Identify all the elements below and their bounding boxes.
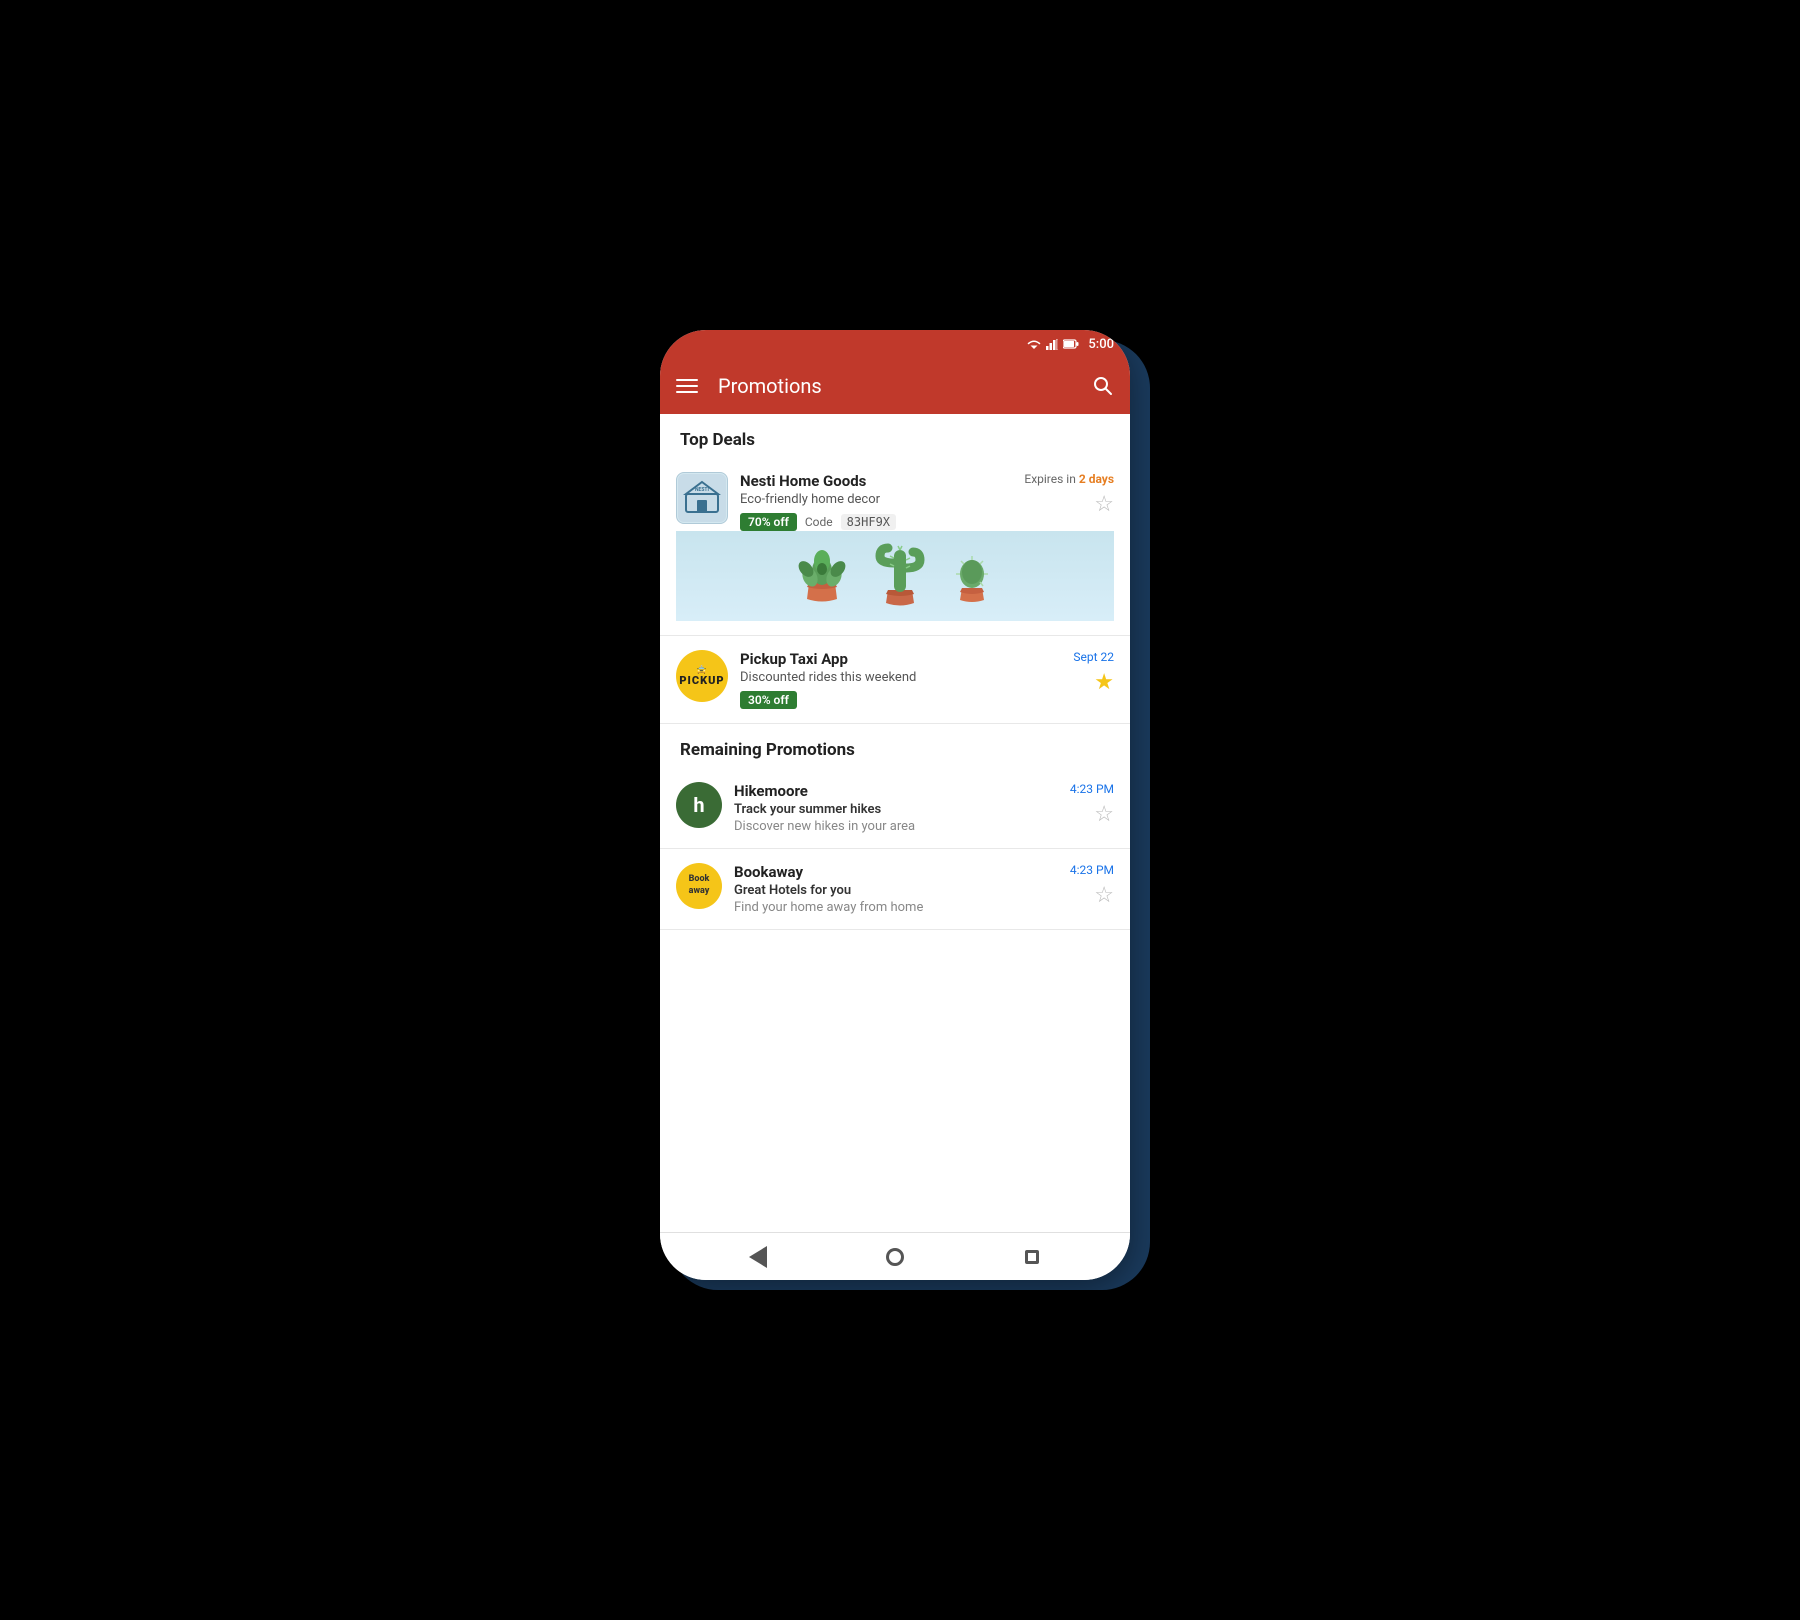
bookaway-name: Bookaway xyxy=(734,863,1058,881)
hikemoore-avatar: h xyxy=(676,782,722,828)
top-deals-header: Top Deals xyxy=(660,414,1130,458)
nav-back-icon xyxy=(749,1246,767,1268)
hikemoore-right: 4:23 PM ☆ xyxy=(1070,782,1114,827)
hikemoore-subtitle: Track your summer hikes xyxy=(734,802,1058,817)
pickup-text-top: 🚖 xyxy=(697,665,707,674)
pickup-text-main: PICKUP xyxy=(679,674,724,687)
nesti-promo-image xyxy=(676,531,1114,621)
remaining-promotions-header: Remaining Promotions xyxy=(660,724,1130,768)
nav-home-icon xyxy=(886,1248,904,1266)
bookaway-right: 4:23 PM ☆ xyxy=(1070,863,1114,908)
nesti-code-value: 83HF9X xyxy=(841,514,896,530)
nesti-discount-badge: 70% off xyxy=(740,513,797,531)
pickup-discount-badge: 30% off xyxy=(740,691,797,709)
nesti-desc: Eco-friendly home decor xyxy=(740,492,1012,507)
nav-recent-icon xyxy=(1025,1250,1039,1264)
hikemoore-name: Hikemoore xyxy=(734,782,1058,800)
nesti-logo: NESTI xyxy=(676,472,728,524)
nesti-expires: Expires in 2 days xyxy=(1024,472,1114,486)
status-bar: 5:00 xyxy=(660,330,1130,358)
succulent-pot xyxy=(795,541,850,612)
search-icon[interactable] xyxy=(1092,375,1114,397)
promo-card-nesti[interactable]: NESTI Nesti Home Goods Eco-friendly home… xyxy=(660,458,1130,636)
cactus-small-pot xyxy=(950,544,995,608)
expires-days: 2 days xyxy=(1079,472,1114,486)
hikemoore-star-icon[interactable]: ☆ xyxy=(1094,802,1114,827)
pickup-desc: Discounted rides this weekend xyxy=(740,670,1061,685)
pickup-logo: 🚖 PICKUP xyxy=(676,650,728,702)
succulent-plant xyxy=(795,541,850,610)
cactus-tall-pot xyxy=(870,538,930,614)
bookaway-star-icon[interactable]: ☆ xyxy=(1094,883,1114,908)
bookaway-subtitle: Great Hotels for you xyxy=(734,883,1058,898)
battery-icon xyxy=(1063,339,1079,349)
nesti-code-label: Code xyxy=(805,515,833,529)
svg-text:NESTI: NESTI xyxy=(695,487,710,493)
nesti-badges: 70% off Code 83HF9X xyxy=(740,513,1012,531)
hikemoore-desc: Discover new hikes in your area xyxy=(734,819,1058,834)
nesti-meta: Nesti Home Goods Eco-friendly home decor… xyxy=(740,472,1012,531)
phone-wrapper: 5:00 Promotions Top Deals xyxy=(660,330,1140,1290)
pickup-star-icon[interactable]: ★ xyxy=(1094,670,1114,695)
remaining-card-hikemoore[interactable]: h Hikemoore Track your summer hikes Disc… xyxy=(660,768,1130,849)
pickup-name: Pickup Taxi App xyxy=(740,650,1061,668)
bookaway-desc: Find your home away from home xyxy=(734,900,1058,915)
signal-icon xyxy=(1046,339,1058,350)
nav-bar xyxy=(660,1232,1130,1280)
app-bar-title: Promotions xyxy=(718,374,1092,398)
nav-back-button[interactable] xyxy=(740,1239,776,1275)
bookaway-time: 4:23 PM xyxy=(1070,863,1114,877)
nesti-star-icon[interactable]: ☆ xyxy=(1094,492,1114,517)
bookaway-avatar-text: Bookaway xyxy=(689,874,710,897)
pickup-right: Sept 22 ★ xyxy=(1073,650,1114,695)
status-time: 5:00 xyxy=(1088,337,1114,352)
content-area: Top Deals NESTI Nes xyxy=(660,414,1130,1232)
promo-card-top-nesti: NESTI Nesti Home Goods Eco-friendly home… xyxy=(676,472,1114,531)
phone-frame: 5:00 Promotions Top Deals xyxy=(660,330,1130,1280)
promo-card-top-pickup: 🚖 PICKUP Pickup Taxi App Discounted ride… xyxy=(676,650,1114,709)
wifi-icon xyxy=(1027,339,1041,350)
pickup-meta: Pickup Taxi App Discounted rides this we… xyxy=(740,650,1061,709)
hikemoore-time: 4:23 PM xyxy=(1070,782,1114,796)
hamburger-line-3 xyxy=(676,391,698,393)
expires-prefix: Expires in xyxy=(1024,472,1078,486)
bookaway-meta: Bookaway Great Hotels for you Find your … xyxy=(734,863,1058,915)
promo-card-pickup[interactable]: 🚖 PICKUP Pickup Taxi App Discounted ride… xyxy=(660,636,1130,724)
nesti-name: Nesti Home Goods xyxy=(740,472,1012,490)
hamburger-menu-icon[interactable] xyxy=(676,379,698,393)
pickup-date: Sept 22 xyxy=(1073,650,1114,664)
nav-recent-button[interactable] xyxy=(1014,1239,1050,1275)
bookaway-avatar: Bookaway xyxy=(676,863,722,909)
hamburger-line-1 xyxy=(676,379,698,381)
hamburger-line-2 xyxy=(676,385,698,387)
app-bar: Promotions xyxy=(660,358,1130,414)
status-icons: 5:00 xyxy=(1027,337,1114,352)
nesti-right: Expires in 2 days ☆ xyxy=(1024,472,1114,517)
nav-home-button[interactable] xyxy=(877,1239,913,1275)
remaining-card-bookaway[interactable]: Bookaway Bookaway Great Hotels for you F… xyxy=(660,849,1130,930)
hikemoore-meta: Hikemoore Track your summer hikes Discov… xyxy=(734,782,1058,834)
pickup-badges: 30% off xyxy=(740,691,1061,709)
